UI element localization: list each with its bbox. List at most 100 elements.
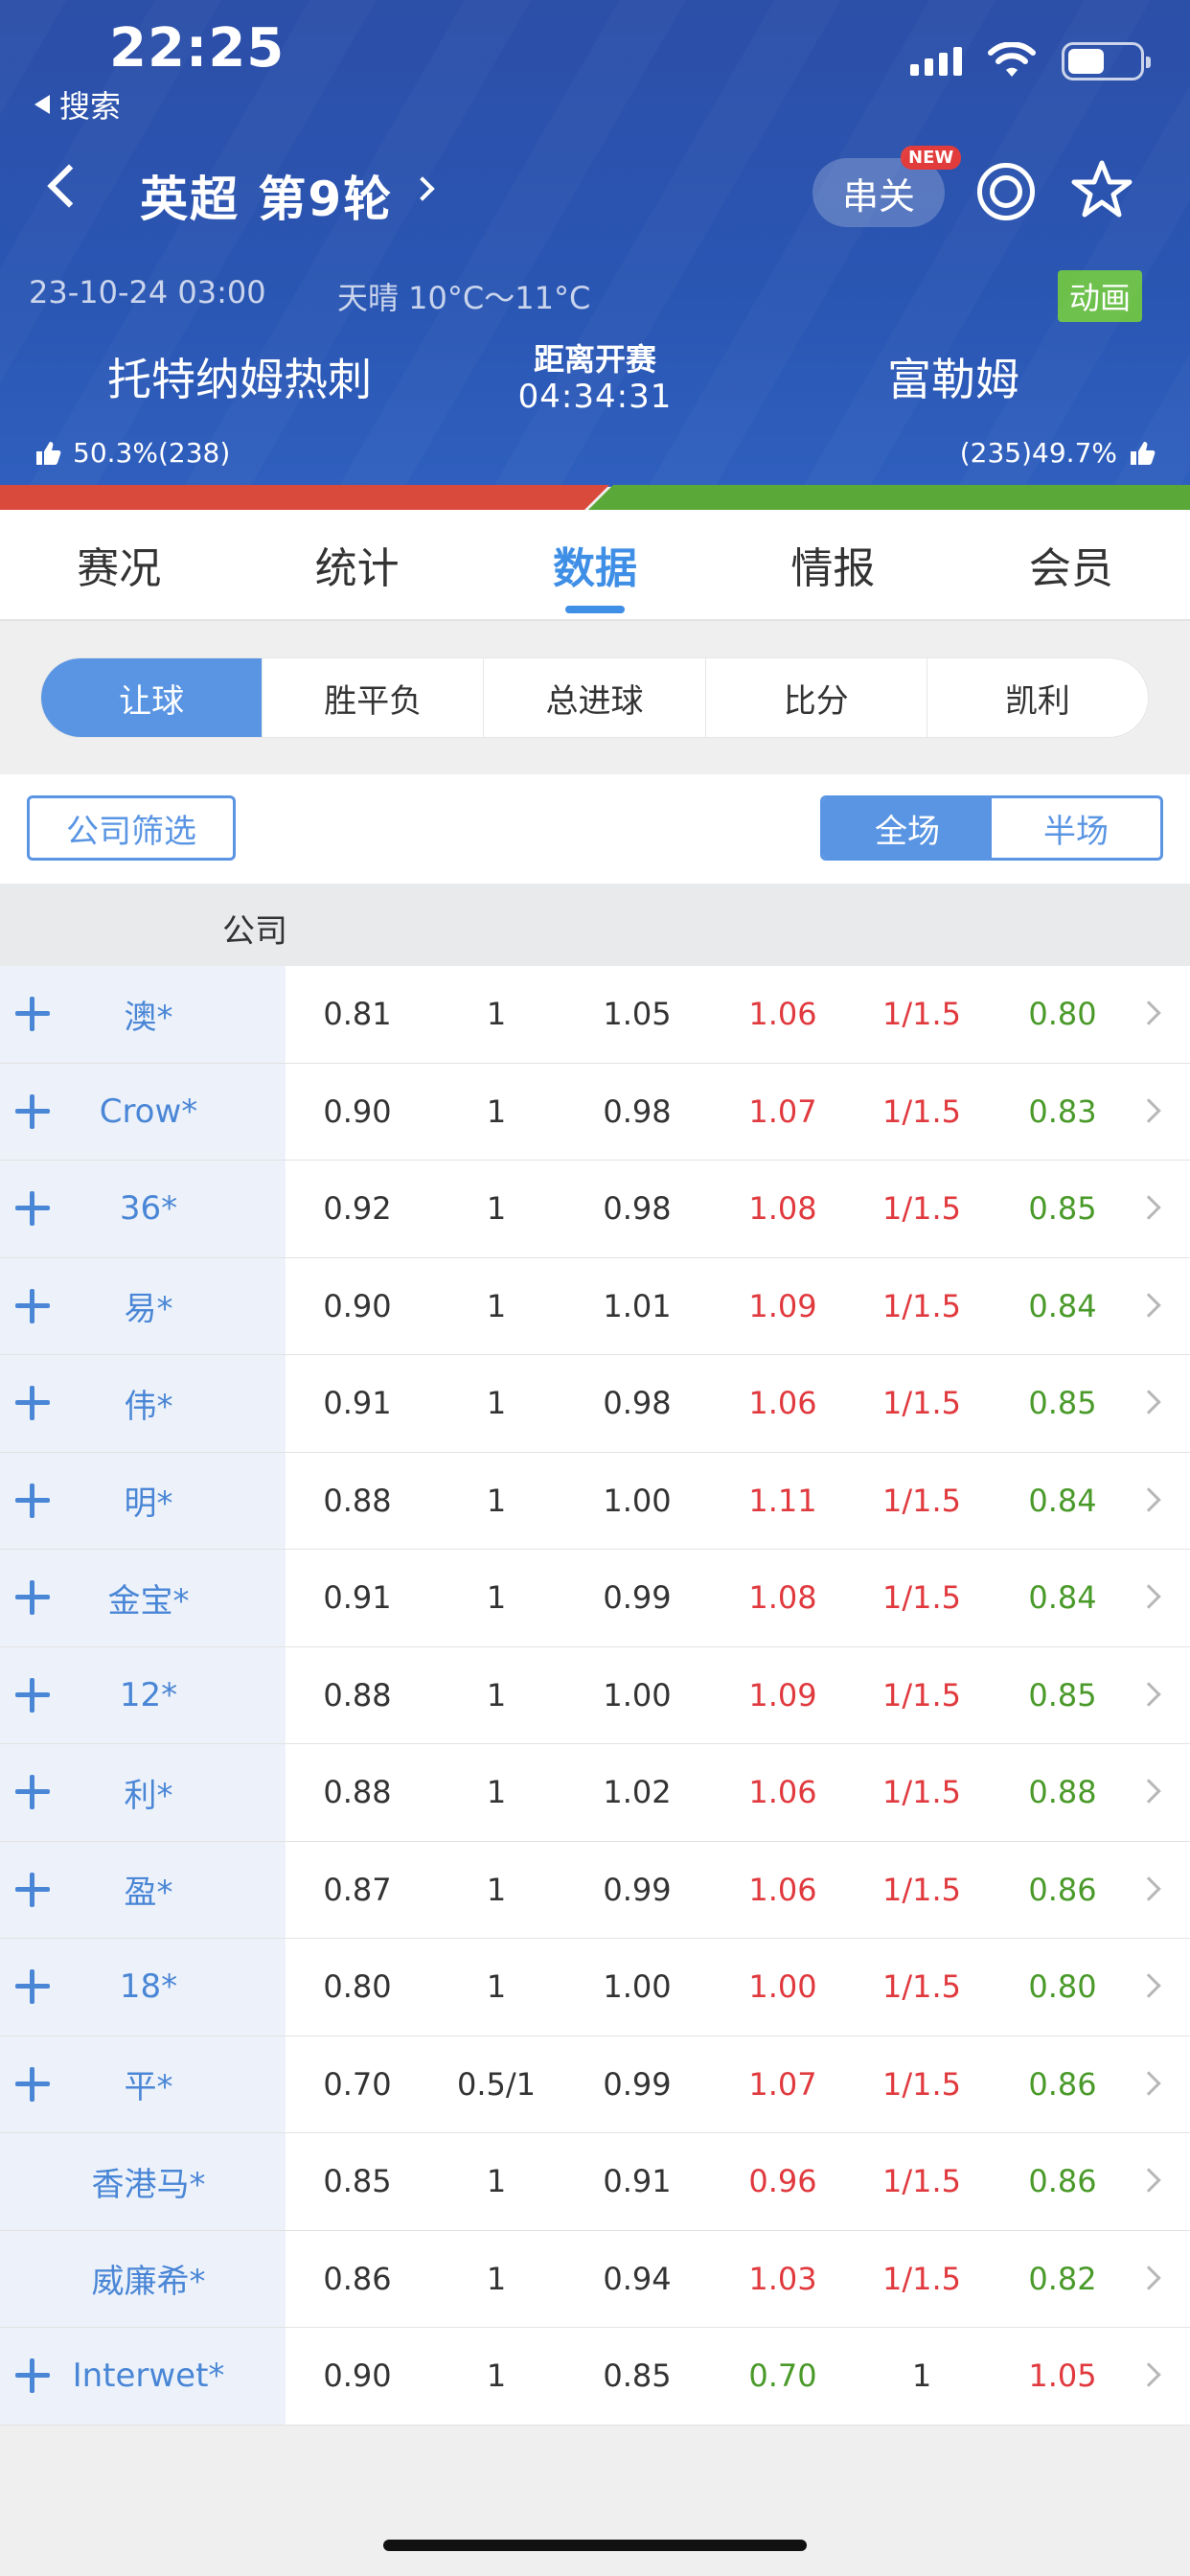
odds-value: 0.90 xyxy=(323,2358,392,2395)
table-row[interactable]: 金宝* 0.91 1 0.99 1.08 1/1.5 0.84 xyxy=(0,1550,1190,1647)
odds-value: 0.90 xyxy=(323,1287,392,1324)
target-icon[interactable] xyxy=(977,163,1035,220)
table-row[interactable]: 利* 0.88 1 1.02 1.06 1/1.5 0.88 xyxy=(0,1744,1190,1842)
odds-value: 1 xyxy=(486,1190,507,1228)
odds-value: 1.03 xyxy=(748,2260,817,2297)
full-time-toggle[interactable]: 全场 xyxy=(823,798,992,858)
tab-live[interactable]: 赛况 xyxy=(0,510,238,619)
table-row[interactable]: 明* 0.88 1 1.00 1.11 1/1.5 0.84 xyxy=(0,1452,1190,1550)
expand-plus-icon[interactable] xyxy=(15,1580,50,1615)
chevron-right-icon[interactable] xyxy=(1136,1584,1161,1609)
subtab-total-goals[interactable]: 总进球 xyxy=(484,658,706,737)
table-row[interactable]: 易* 0.90 1 1.01 1.09 1/1.5 0.84 xyxy=(0,1257,1190,1355)
expand-plus-icon[interactable] xyxy=(15,1191,50,1226)
expand-plus-icon[interactable] xyxy=(15,1288,50,1323)
tab-stats[interactable]: 统计 xyxy=(238,510,475,619)
expand-plus-icon[interactable] xyxy=(15,1775,50,1809)
chevron-right-icon[interactable] xyxy=(1136,1779,1161,1804)
back-triangle-icon xyxy=(34,95,50,114)
subtab-correct-score[interactable]: 比分 xyxy=(706,658,927,737)
company-name: 18* xyxy=(119,1967,178,2007)
odds-value: 0.70 xyxy=(323,2065,392,2103)
expand-plus-icon[interactable] xyxy=(15,1483,50,1518)
league-round-title[interactable]: 英超 第9轮 xyxy=(140,161,393,230)
chevron-right-icon[interactable] xyxy=(1136,2265,1161,2290)
subtab-handicap[interactable]: 让球 xyxy=(41,658,263,737)
odds-value: 1/1.5 xyxy=(881,996,962,1033)
odds-value: 1.05 xyxy=(603,996,672,1033)
chevron-right-icon[interactable] xyxy=(410,176,435,201)
company-name: 威廉希* xyxy=(91,2263,206,2302)
match-header: 22:25 搜索 英超 第9轮 串关 NEW 23-10-24 03:00 天晴… xyxy=(0,0,1190,487)
chevron-right-icon[interactable] xyxy=(1136,1875,1161,1901)
odds-value: 0.91 xyxy=(323,1579,392,1617)
table-header: 公司 xyxy=(0,884,1190,966)
odds-value: 1/1.5 xyxy=(881,1190,962,1228)
odds-value: 0.91 xyxy=(603,2163,672,2200)
chevron-right-icon[interactable] xyxy=(1136,1097,1161,1123)
odds-value: 1.00 xyxy=(603,1968,672,2006)
away-vote-value: (235)49.7% xyxy=(959,437,1117,469)
away-team-name[interactable]: 富勒姆 xyxy=(757,345,1150,408)
chevron-right-icon[interactable] xyxy=(1136,1486,1161,1512)
odds-value: 1/1.5 xyxy=(881,1676,962,1714)
tab-data[interactable]: 数据 xyxy=(476,510,714,619)
expand-plus-icon[interactable] xyxy=(15,1969,50,2004)
period-toggle: 全场 半场 xyxy=(820,795,1163,861)
odds-value: 0.83 xyxy=(1028,1092,1097,1130)
table-row[interactable]: 12* 0.88 1 1.00 1.09 1/1.5 0.85 xyxy=(0,1646,1190,1744)
chevron-right-icon[interactable] xyxy=(1136,1000,1161,1025)
company-filter-button[interactable]: 公司筛选 xyxy=(27,795,236,861)
chevron-right-icon[interactable] xyxy=(1136,1390,1161,1414)
odds-value: 1/1.5 xyxy=(881,1092,962,1130)
subtab-kelly[interactable]: 凯利 xyxy=(927,658,1148,737)
home-team-name[interactable]: 托特纳姆热刺 xyxy=(38,345,441,408)
home-vote[interactable]: 50.3%(238) xyxy=(34,437,230,469)
expand-plus-icon[interactable] xyxy=(15,1386,50,1420)
expand-plus-icon[interactable] xyxy=(15,1093,50,1129)
home-indicator[interactable] xyxy=(383,2540,807,2551)
chevron-right-icon[interactable] xyxy=(1136,1195,1161,1220)
table-row[interactable]: 盈* 0.87 1 0.99 1.06 1/1.5 0.86 xyxy=(0,1841,1190,1939)
odds-value: 1/1.5 xyxy=(881,2163,962,2200)
expand-plus-icon[interactable] xyxy=(15,997,50,1031)
odds-value: 1.09 xyxy=(748,1676,817,1714)
odds-value: 0.96 xyxy=(748,2163,817,2200)
table-row[interactable]: 18* 0.80 1 1.00 1.00 1/1.5 0.80 xyxy=(0,1939,1190,2036)
chevron-right-icon[interactable] xyxy=(1136,2168,1161,2193)
table-row[interactable]: 香港马* 0.85 1 0.91 0.96 1/1.5 0.86 xyxy=(0,2133,1190,2231)
chevron-right-icon[interactable] xyxy=(1136,2070,1161,2096)
table-row[interactable]: Crow* 0.90 1 0.98 1.07 1/1.5 0.83 xyxy=(0,1063,1190,1161)
tab-member[interactable]: 会员 xyxy=(952,510,1190,619)
expand-plus-icon[interactable] xyxy=(15,2066,50,2102)
half-time-toggle[interactable]: 半场 xyxy=(992,798,1160,858)
favorite-star-icon[interactable] xyxy=(1069,157,1134,222)
table-row[interactable]: 威廉希* 0.86 1 0.94 1.03 1/1.5 0.82 xyxy=(0,2230,1190,2328)
tab-intel[interactable]: 情报 xyxy=(714,510,951,619)
table-row[interactable]: 澳* 0.81 1 1.05 1.06 1/1.5 0.80 xyxy=(0,966,1190,1064)
chevron-right-icon[interactable] xyxy=(1136,1681,1161,1707)
subtab-1x2[interactable]: 胜平负 xyxy=(263,658,485,737)
chevron-right-icon[interactable] xyxy=(1136,1292,1161,1318)
expand-plus-icon[interactable] xyxy=(15,1872,50,1907)
company-name: 澳* xyxy=(124,998,173,1037)
home-vote-bar xyxy=(0,485,609,510)
odds-value: 0.86 xyxy=(1028,1871,1097,1908)
odds-value: 1 xyxy=(486,1676,507,1714)
chevron-right-icon[interactable] xyxy=(1136,2362,1161,2387)
expand-plus-icon[interactable] xyxy=(15,2358,50,2393)
odds-value: 1/1.5 xyxy=(881,2065,962,2103)
company-name: 12* xyxy=(119,1675,178,1714)
table-row[interactable]: 伟* 0.91 1 0.98 1.06 1/1.5 0.85 xyxy=(0,1355,1190,1453)
expand-plus-icon[interactable] xyxy=(15,1677,50,1713)
table-row[interactable]: Interwet* 0.90 1 0.85 0.70 1 1.05 xyxy=(0,2328,1190,2426)
company-name: 香港马* xyxy=(91,2165,206,2204)
back-chevron-icon[interactable] xyxy=(47,164,91,208)
odds-value: 1 xyxy=(486,1385,507,1422)
chevron-right-icon[interactable] xyxy=(1136,1973,1161,1998)
table-row[interactable]: 平* 0.70 0.5/1 0.99 1.07 1/1.5 0.86 xyxy=(0,2036,1190,2133)
table-row[interactable]: 36* 0.92 1 0.98 1.08 1/1.5 0.85 xyxy=(0,1161,1190,1258)
away-vote[interactable]: (235)49.7% xyxy=(960,437,1156,469)
animation-button[interactable]: 动画 xyxy=(1058,270,1143,322)
back-to-search-link[interactable]: 搜索 xyxy=(34,82,121,126)
